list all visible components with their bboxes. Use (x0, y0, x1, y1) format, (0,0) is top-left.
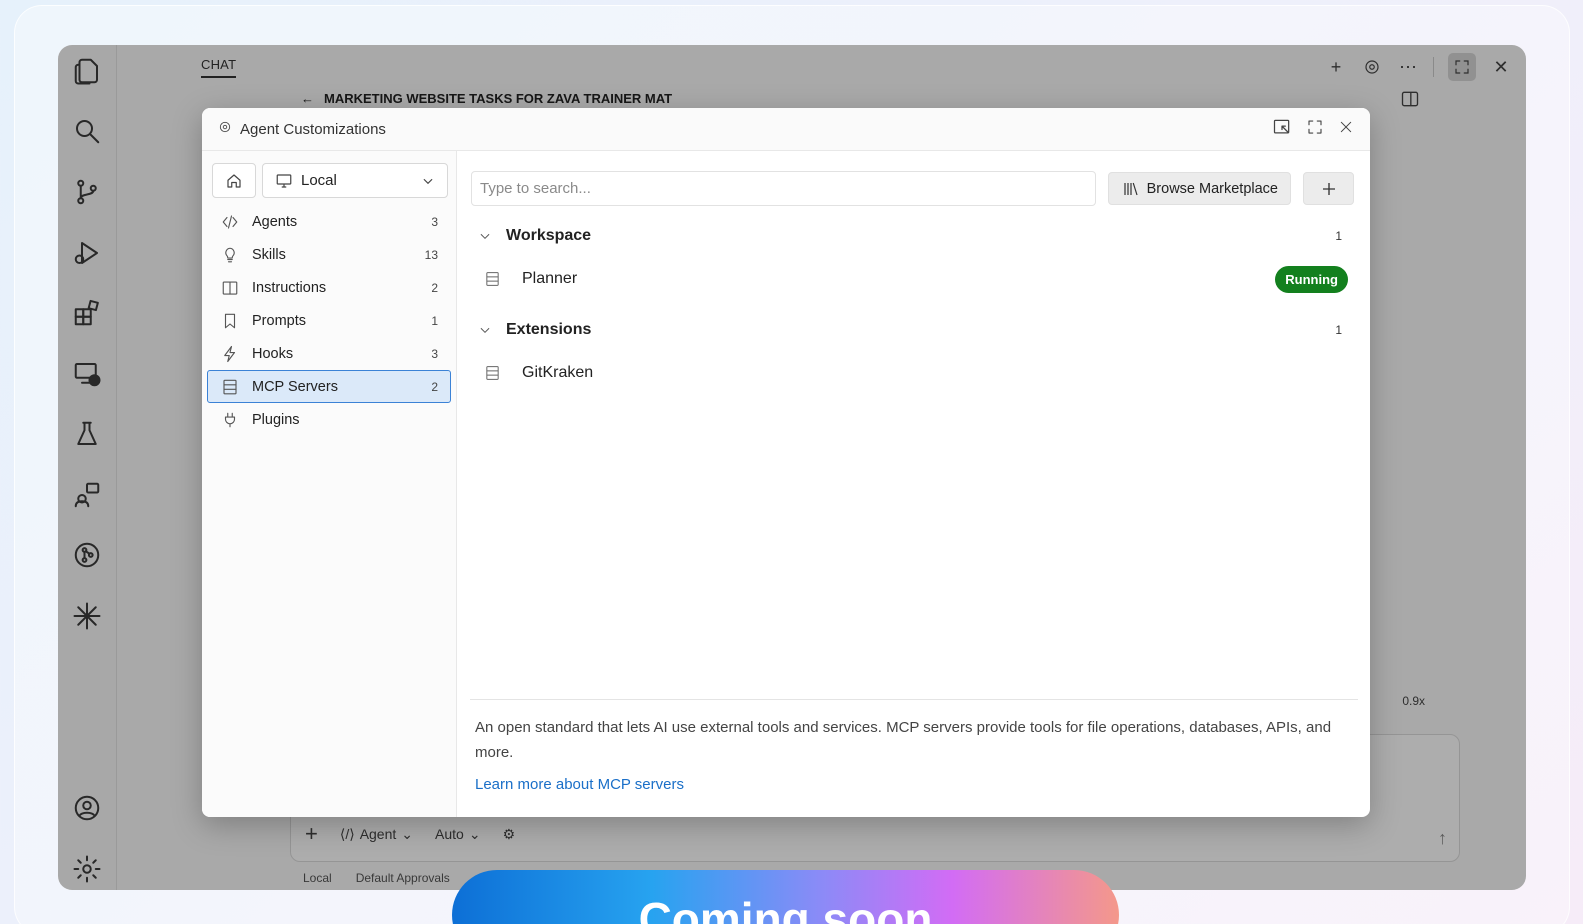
agents-icon (219, 211, 241, 233)
sidebar-item-count: 13 (424, 247, 438, 262)
learn-more-link[interactable]: Learn more about MCP servers (475, 776, 684, 793)
plus-icon (1322, 182, 1335, 195)
sidebar-item-count: 3 (431, 346, 438, 361)
extensions-group: Extensions 1 GitKraken (478, 316, 1344, 390)
dialog-title: Agent Customizations (240, 120, 386, 138)
sidebar-item-label: Instructions (252, 279, 327, 296)
sidebar-item-prompts[interactable]: Prompts 1 (207, 304, 451, 337)
location-label: Local (301, 172, 337, 189)
coming-soon-banner: Coming soon (452, 870, 1119, 924)
status-badge: Running (1275, 265, 1348, 293)
dialog-header: Agent Customizations (202, 108, 1370, 151)
sidebar-item-plugins[interactable]: Plugins (207, 403, 451, 436)
group-name: Extensions (506, 321, 592, 338)
coming-soon-text: Coming soon (638, 893, 933, 924)
group-header[interactable]: Extensions 1 (478, 316, 1344, 344)
sidebar-item-label: Agents (252, 213, 298, 230)
server-row-planner[interactable]: Planner Running (478, 262, 1348, 296)
browse-marketplace-label: Browse Marketplace (1146, 180, 1278, 197)
agent-customizations-dialog: Agent Customizations Local Agents 3 Skil… (202, 108, 1370, 817)
server-icon (219, 376, 241, 398)
sidebar-item-instructions[interactable]: Instructions 2 (207, 271, 451, 304)
sidebar-nav: Agents 3 Skills 13 Instructions 2 Prompt… (207, 205, 451, 436)
group-count: 1 (1335, 229, 1342, 243)
bookmark-icon (219, 310, 241, 332)
gear-icon (218, 120, 232, 138)
chevron-down-icon (478, 229, 494, 243)
book-icon (219, 277, 241, 299)
dialog-content: Browse Marketplace Workspace 1 Planner R… (458, 151, 1370, 817)
group-count: 1 (1335, 323, 1342, 337)
lightning-icon (219, 343, 241, 365)
dialog-close-icon[interactable] (1338, 119, 1354, 139)
search-input[interactable] (471, 171, 1096, 206)
sidebar-item-label: Skills (252, 246, 286, 263)
mcp-description: An open standard that lets AI use extern… (475, 719, 1332, 761)
dialog-sidebar: Local Agents 3 Skills 13 Instructions 2 (202, 151, 457, 817)
browse-marketplace-button[interactable]: Browse Marketplace (1107, 172, 1291, 205)
sidebar-item-agents[interactable]: Agents 3 (207, 205, 451, 238)
chevron-down-icon (423, 178, 433, 184)
group-header[interactable]: Workspace 1 (478, 222, 1344, 250)
server-name: GitKraken (522, 364, 594, 381)
sidebar-item-hooks[interactable]: Hooks 3 (207, 337, 451, 370)
sidebar-item-label: Prompts (252, 312, 306, 329)
server-icon (484, 364, 504, 382)
monitor-icon (276, 173, 292, 188)
server-row-gitkraken[interactable]: GitKraken (478, 356, 1344, 390)
location-select[interactable]: Local (262, 163, 448, 198)
sidebar-item-label: Plugins (252, 411, 300, 428)
sidebar-item-label: MCP Servers (252, 378, 338, 395)
sidebar-item-mcp-servers[interactable]: MCP Servers 2 (207, 370, 451, 403)
add-server-button[interactable] (1303, 172, 1354, 205)
lightbulb-icon (219, 244, 241, 266)
pop-out-icon[interactable] (1272, 117, 1292, 141)
workspace-group: Workspace 1 Planner Running (478, 222, 1348, 296)
library-icon (1124, 182, 1138, 195)
sidebar-item-label: Hooks (252, 345, 294, 362)
server-icon (484, 270, 504, 288)
dialog-footer: An open standard that lets AI use extern… (470, 699, 1358, 817)
server-name: Planner (522, 270, 578, 287)
expand-icon[interactable] (1306, 118, 1324, 140)
plug-icon (219, 409, 241, 431)
sidebar-item-count: 1 (431, 313, 438, 328)
home-button[interactable] (212, 163, 256, 198)
sidebar-item-count: 2 (431, 379, 438, 394)
group-name: Workspace (506, 227, 592, 244)
sidebar-item-count: 2 (431, 280, 438, 295)
chevron-down-icon (478, 323, 494, 337)
sidebar-item-count: 3 (431, 214, 438, 229)
sidebar-item-skills[interactable]: Skills 13 (207, 238, 451, 271)
